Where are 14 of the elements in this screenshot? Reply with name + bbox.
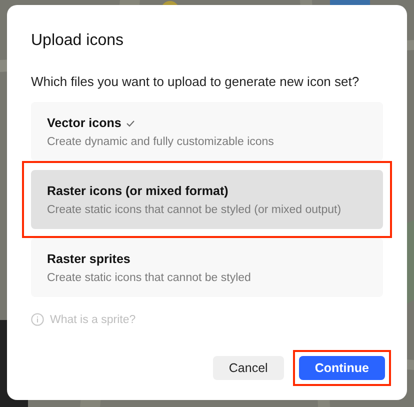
option-title: Raster sprites <box>47 252 130 266</box>
continue-button[interactable]: Continue <box>298 356 385 380</box>
option-title: Raster icons (or mixed format) <box>47 184 228 198</box>
cancel-button[interactable]: Cancel <box>212 356 284 380</box>
option-description: Create static icons that cannot be styled <box>47 272 252 284</box>
option-title: Vector icons <box>47 116 122 130</box>
option-item[interactable]: Raster icons (or mixed format) Create static icons that cannot be styled (or mixed output) <box>31 170 383 229</box>
option-description: Create dynamic and fully customizable icons <box>47 136 275 148</box>
dialog-title: Upload icons <box>31 32 124 50</box>
option-item[interactable]: Raster sprites Create static icons that cannot be styled <box>31 238 383 297</box>
question-text: Which files you want to upload to generate new icon set? <box>31 74 360 89</box>
info-icon <box>31 313 44 326</box>
option-item[interactable]: Vector icons Create dynamic and fully customizable icons <box>31 102 383 161</box>
option-description: Create static icons that cannot be styled (or mixed output) <box>47 204 342 216</box>
